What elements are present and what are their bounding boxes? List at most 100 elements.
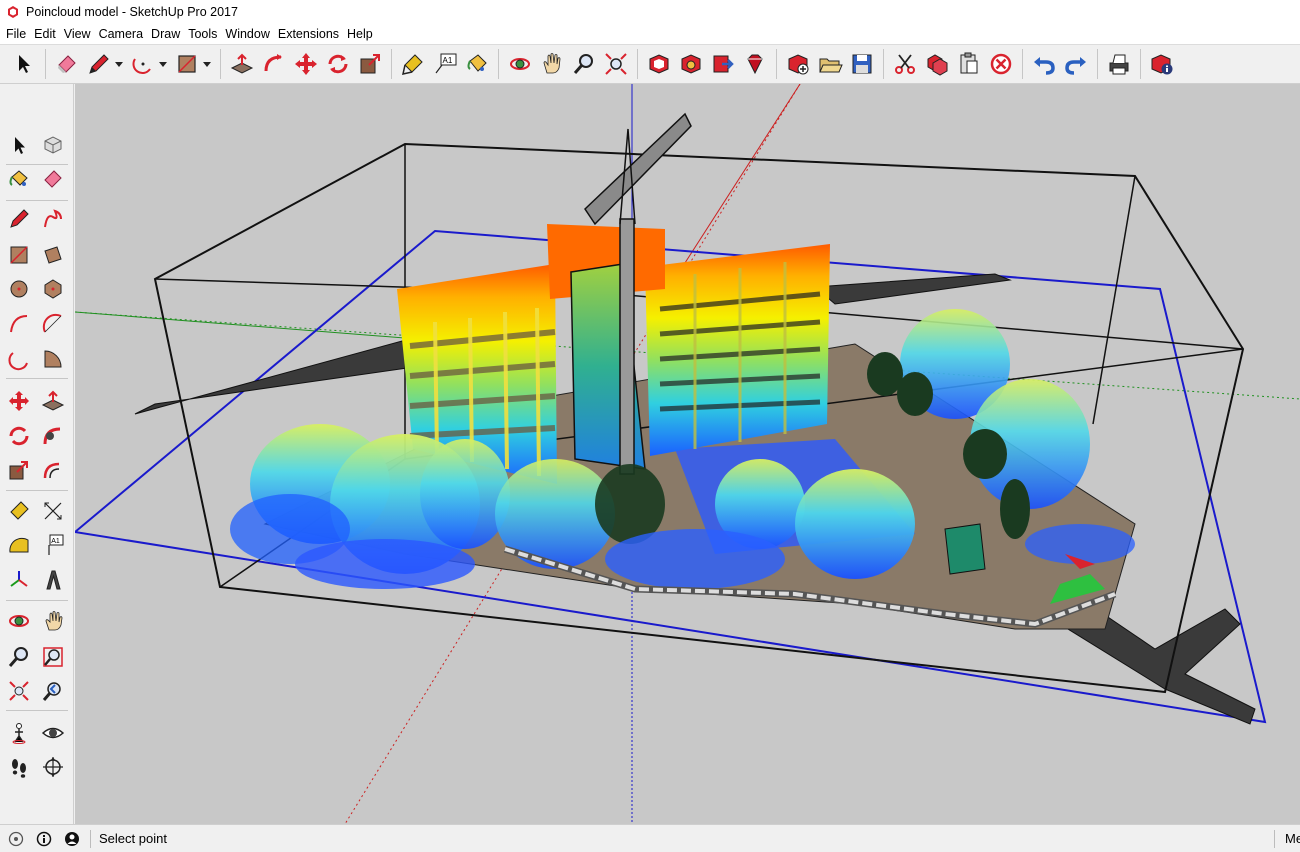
menu-file[interactable]: File xyxy=(2,27,30,41)
position-camera-tool-button[interactable] xyxy=(4,718,34,748)
model-info-button[interactable] xyxy=(1146,48,1178,80)
circle-tool-button[interactable] xyxy=(4,274,34,304)
follow-me-tool-button[interactable] xyxy=(38,421,68,451)
polygon-tool-button[interactable] xyxy=(38,274,68,304)
text-tool-button[interactable]: A1 xyxy=(429,48,461,80)
ruby-console-button[interactable] xyxy=(739,48,771,80)
menu-camera[interactable]: Camera xyxy=(95,27,147,41)
copy-button[interactable] xyxy=(921,48,953,80)
footprints-icon xyxy=(12,759,26,778)
menu-extensions[interactable]: Extensions xyxy=(274,27,343,41)
undo-button[interactable] xyxy=(1028,48,1060,80)
cut-icon xyxy=(895,54,915,74)
chevron-down-icon[interactable] xyxy=(159,62,167,67)
scale-tool-button[interactable] xyxy=(354,48,386,80)
offset-tool-button[interactable] xyxy=(38,455,68,485)
toolbar-separator xyxy=(391,49,392,79)
look-around-tool-button[interactable] xyxy=(38,718,68,748)
previous-view-button[interactable] xyxy=(38,676,68,706)
tape-measure-tool-button[interactable] xyxy=(4,496,34,526)
eraser-tool-button[interactable] xyxy=(51,48,83,80)
share-model-button[interactable] xyxy=(707,48,739,80)
select-tool-button[interactable] xyxy=(4,130,34,160)
push-pull-tool-button[interactable] xyxy=(38,386,68,416)
redo-icon xyxy=(1065,57,1086,75)
select-tool-button[interactable] xyxy=(8,48,40,80)
arc-tool-button[interactable] xyxy=(4,309,34,339)
dimension-tool-button[interactable] xyxy=(38,496,68,526)
zoom-extents-tool-button[interactable] xyxy=(4,676,34,706)
move-tool-button[interactable] xyxy=(4,386,34,416)
pencil-tool-button[interactable] xyxy=(83,48,127,80)
rotate-tool-button[interactable] xyxy=(322,48,354,80)
menu-edit[interactable]: Edit xyxy=(30,27,60,41)
push-pull-icon xyxy=(41,390,65,411)
orbit-tool-button[interactable] xyxy=(4,606,34,636)
menu-help[interactable]: Help xyxy=(343,27,377,41)
circle-icon xyxy=(10,280,28,298)
line-tool-button[interactable] xyxy=(4,204,34,234)
menu-window[interactable]: Window xyxy=(221,27,273,41)
walk-tool-button[interactable] xyxy=(4,752,34,782)
text-tool-button[interactable]: A1 xyxy=(38,530,68,560)
menu-view[interactable]: View xyxy=(60,27,95,41)
print-button[interactable] xyxy=(1103,48,1135,80)
new-file-button[interactable] xyxy=(782,48,814,80)
paste-icon xyxy=(960,52,978,74)
menu-draw[interactable]: Draw xyxy=(147,27,184,41)
pan-tool-button[interactable] xyxy=(38,606,68,636)
follow-me-tool-button[interactable] xyxy=(258,48,290,80)
open-file-button[interactable] xyxy=(814,48,846,80)
measurements-label: Me xyxy=(1274,830,1300,848)
three-point-arc-tool-button[interactable] xyxy=(4,344,34,374)
arc-icon xyxy=(132,58,151,74)
geo-location-button[interactable] xyxy=(6,829,26,849)
paint-bucket-tool-button[interactable] xyxy=(4,164,34,194)
rectangle-tool-button[interactable] xyxy=(4,240,34,270)
component-icon xyxy=(44,136,62,154)
make-component-button[interactable] xyxy=(38,130,68,160)
zoom-tool-button[interactable] xyxy=(4,642,34,672)
paint-bucket-tool-button[interactable] xyxy=(461,48,493,80)
pan-tool-button[interactable] xyxy=(536,48,568,80)
redo-button[interactable] xyxy=(1060,48,1092,80)
arc-tool-button[interactable] xyxy=(127,48,171,80)
save-file-button[interactable] xyxy=(846,48,878,80)
chevron-down-icon[interactable] xyxy=(115,62,123,67)
rotated-rectangle-tool-button[interactable] xyxy=(38,240,68,270)
sign-in-button[interactable] xyxy=(62,829,82,849)
protractor-tool-button[interactable] xyxy=(4,530,34,560)
credits-button[interactable] xyxy=(34,829,54,849)
tape-measure-icon xyxy=(10,501,29,520)
tape-measure-tool-button[interactable] xyxy=(397,48,429,80)
3d-warehouse-button[interactable] xyxy=(643,48,675,80)
push-pull-tool-button[interactable] xyxy=(226,48,258,80)
zoom-window-tool-button[interactable] xyxy=(38,642,68,672)
zoom-extents-tool-button[interactable] xyxy=(600,48,632,80)
model-viewport[interactable] xyxy=(75,84,1300,824)
delete-button[interactable] xyxy=(985,48,1017,80)
rotate-tool-button[interactable] xyxy=(4,421,34,451)
zoom-icon xyxy=(573,54,593,74)
extension-warehouse-button[interactable] xyxy=(675,48,707,80)
orbit-icon xyxy=(9,615,29,627)
point-cloud-scene[interactable] xyxy=(75,84,1300,824)
pie-tool-button[interactable] xyxy=(38,344,68,374)
move-tool-button[interactable] xyxy=(290,48,322,80)
eraser-tool-button[interactable] xyxy=(38,164,68,194)
freehand-tool-button[interactable] xyxy=(38,204,68,234)
axes-tool-button[interactable] xyxy=(4,565,34,595)
tape-measure-icon xyxy=(402,54,423,75)
rotate-icon xyxy=(328,54,348,74)
orbit-tool-button[interactable] xyxy=(504,48,536,80)
scale-tool-button[interactable] xyxy=(4,455,34,485)
3d-text-tool-button[interactable] xyxy=(38,565,68,595)
two-point-arc-tool-button[interactable] xyxy=(38,309,68,339)
section-plane-tool-button[interactable] xyxy=(38,752,68,782)
zoom-tool-button[interactable] xyxy=(568,48,600,80)
paste-button[interactable] xyxy=(953,48,985,80)
rectangle-tool-button[interactable] xyxy=(171,48,215,80)
chevron-down-icon[interactable] xyxy=(203,62,211,67)
cut-button[interactable] xyxy=(889,48,921,80)
menu-tools[interactable]: Tools xyxy=(184,27,221,41)
